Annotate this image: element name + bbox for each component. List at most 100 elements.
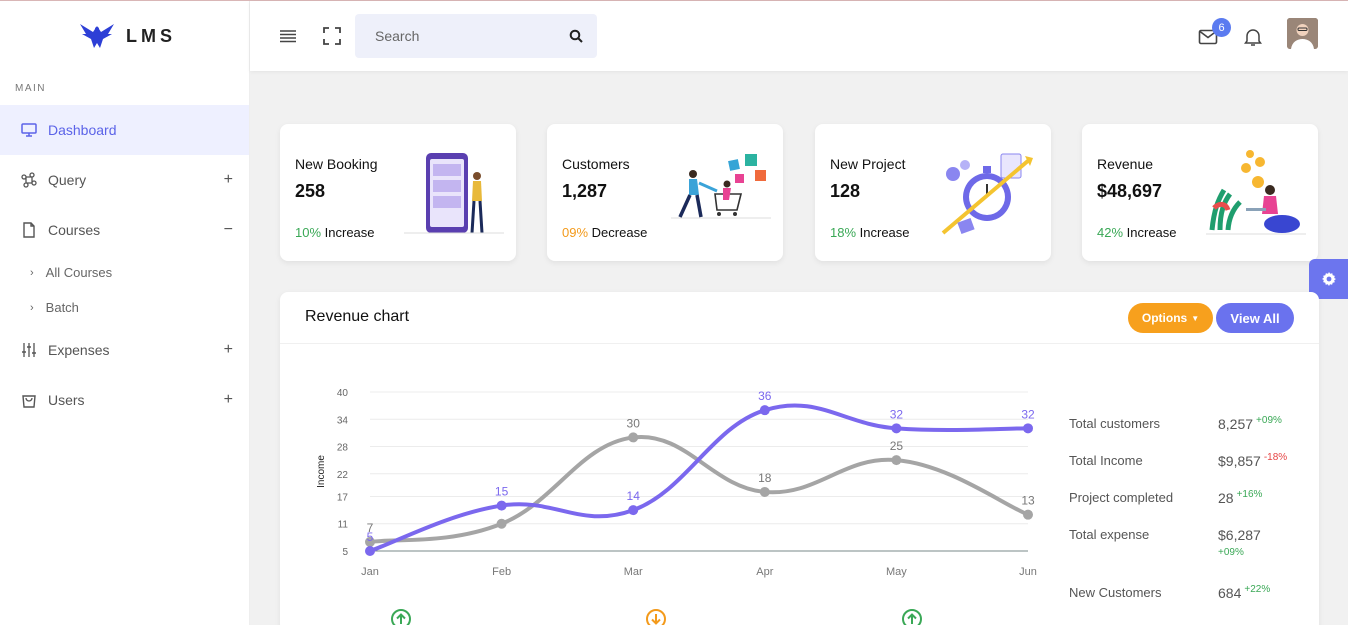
- x-tick-label: Mar: [624, 566, 643, 578]
- revenue-line-chart: 5111722283440Jan Feb Mar Apr May JunIncome730…: [316, 388, 1037, 578]
- bell-icon[interactable]: [1243, 27, 1263, 47]
- card-footer: 42% Increase: [1097, 225, 1177, 240]
- card-footer: 18% Increase: [830, 225, 910, 240]
- series-line: [368, 435, 1030, 544]
- collapse-minus-icon[interactable]: −: [224, 221, 233, 239]
- shopping-bag-icon: [20, 391, 38, 409]
- data-label: 5: [367, 530, 374, 544]
- card-new-project[interactable]: New Project 128 18% Increase: [815, 124, 1051, 261]
- stat-value: $9,857 -18%: [1218, 452, 1288, 469]
- card-value: $48,697: [1097, 181, 1163, 201]
- stat-label: New Customers: [1069, 585, 1162, 600]
- sidebar-item-dashboard[interactable]: Dashboard: [0, 105, 249, 155]
- y-tick-label: 34: [337, 415, 349, 426]
- card-delta: 10%: [295, 225, 322, 240]
- menu-icon[interactable]: [278, 26, 298, 46]
- search-input[interactable]: [375, 28, 569, 44]
- stat-number: $9,857: [1218, 453, 1261, 469]
- y-axis-label: Income: [316, 455, 327, 488]
- stat-number: 8,257: [1218, 416, 1254, 432]
- data-label: 32: [1021, 407, 1035, 421]
- y-tick-label: 28: [337, 443, 349, 454]
- card-value: 128: [830, 181, 861, 201]
- avatar[interactable]: [1287, 18, 1318, 49]
- expand-plus-icon[interactable]: +: [224, 391, 233, 409]
- sidebar-item-label: Dashboard: [48, 122, 117, 138]
- x-tick-label: Apr: [756, 566, 773, 578]
- series-line: [368, 403, 1030, 553]
- data-point: [759, 486, 770, 497]
- user-portrait-icon: [1287, 18, 1318, 49]
- data-label: 32: [890, 407, 904, 421]
- sidebar-subitem-label: Batch: [45, 300, 79, 315]
- sidebar-item-expenses[interactable]: Expenses +: [0, 325, 249, 375]
- eagle-logo-icon: [80, 24, 114, 48]
- chevron-right-icon: ›: [30, 266, 34, 279]
- y-tick-label: 11: [338, 520, 349, 531]
- monitor-icon: [20, 121, 38, 139]
- shopping-cart-illustration-icon: [671, 154, 771, 219]
- stat-label: Project completed: [1069, 490, 1174, 505]
- data-point: [628, 432, 639, 443]
- expand-plus-icon[interactable]: +: [224, 171, 233, 189]
- card-new-booking[interactable]: New Booking 258 10% Increase: [280, 124, 516, 261]
- data-label: 14: [627, 489, 641, 503]
- stopwatch-project-illustration-icon: [941, 153, 1033, 235]
- stat-delta: -18%: [1263, 452, 1288, 463]
- search-icon[interactable]: [569, 29, 583, 43]
- revenue-coins-illustration-icon: [1206, 150, 1306, 235]
- sidebar-subitem-all-courses[interactable]: › All Courses: [0, 255, 249, 290]
- card-title: Customers: [562, 156, 630, 172]
- fullscreen-icon[interactable]: [322, 26, 342, 46]
- revenue-chart-panel: Revenue chart Options ▼ View All 5 11 17 22…: [280, 292, 1319, 625]
- data-point: [1023, 423, 1033, 434]
- x-tick-label: Jan: [361, 566, 379, 578]
- stat-value: 8,257 +09%: [1218, 415, 1282, 432]
- card-title: Revenue: [1097, 156, 1154, 172]
- x-tick-label: May: [886, 566, 907, 578]
- expand-plus-icon[interactable]: +: [224, 341, 233, 359]
- stat-delta: +16%: [1236, 489, 1263, 500]
- search-box: [355, 14, 597, 58]
- data-label: 30: [627, 416, 641, 430]
- card-delta-text: Increase: [859, 225, 910, 240]
- stat-label: Total expense: [1069, 527, 1150, 542]
- card-delta-text: Decrease: [591, 225, 648, 240]
- card-customers[interactable]: Customers 1,287 09% Decrease: [547, 124, 783, 261]
- arrow-down-circle-icon: [646, 609, 666, 625]
- data-label: 36: [758, 389, 772, 403]
- mail-count-badge: 6: [1212, 18, 1231, 37]
- sidebar-item-courses[interactable]: Courses −: [0, 205, 249, 255]
- card-delta: 09%: [562, 225, 589, 240]
- data-point: [891, 455, 902, 466]
- sidebar-item-label: Query: [48, 172, 87, 188]
- sidebar-item-label: Users: [48, 392, 85, 408]
- card-delta-text: Increase: [1126, 225, 1177, 240]
- y-tick-label: 17: [337, 492, 349, 503]
- card-revenue[interactable]: Revenue $48,697 42% Increase: [1082, 124, 1318, 261]
- x-tick-label: Feb: [492, 566, 511, 578]
- phone-booking-illustration-icon: [404, 153, 504, 234]
- stat-delta: +09%: [1256, 415, 1282, 426]
- options-button[interactable]: Options ▼: [1128, 303, 1213, 333]
- data-point: [628, 505, 639, 516]
- arrow-up-circle-icon: [902, 609, 922, 625]
- data-label: 25: [890, 439, 904, 453]
- section-title-main: MAIN: [15, 83, 46, 94]
- brand-name: LMS: [126, 25, 176, 46]
- y-tick-label: 40: [337, 388, 349, 399]
- brand[interactable]: LMS: [0, 1, 249, 71]
- file-icon: [20, 221, 38, 239]
- options-label: Options: [1141, 311, 1188, 325]
- stat-value: $6,287 +09%: [1218, 527, 1261, 558]
- sliders-icon: [20, 341, 38, 359]
- stat-value: 684 +22%: [1218, 584, 1270, 601]
- gear-icon: [1321, 272, 1336, 286]
- stat-number: 28: [1218, 490, 1234, 506]
- sidebar-item-users[interactable]: Users +: [0, 375, 249, 425]
- sidebar-subitem-batch[interactable]: › Batch: [0, 290, 249, 325]
- stat-value: 28 +16%: [1218, 489, 1263, 506]
- data-label: 18: [758, 471, 772, 485]
- view-all-button[interactable]: View All: [1216, 303, 1294, 333]
- sidebar-item-query[interactable]: Query +: [0, 155, 249, 205]
